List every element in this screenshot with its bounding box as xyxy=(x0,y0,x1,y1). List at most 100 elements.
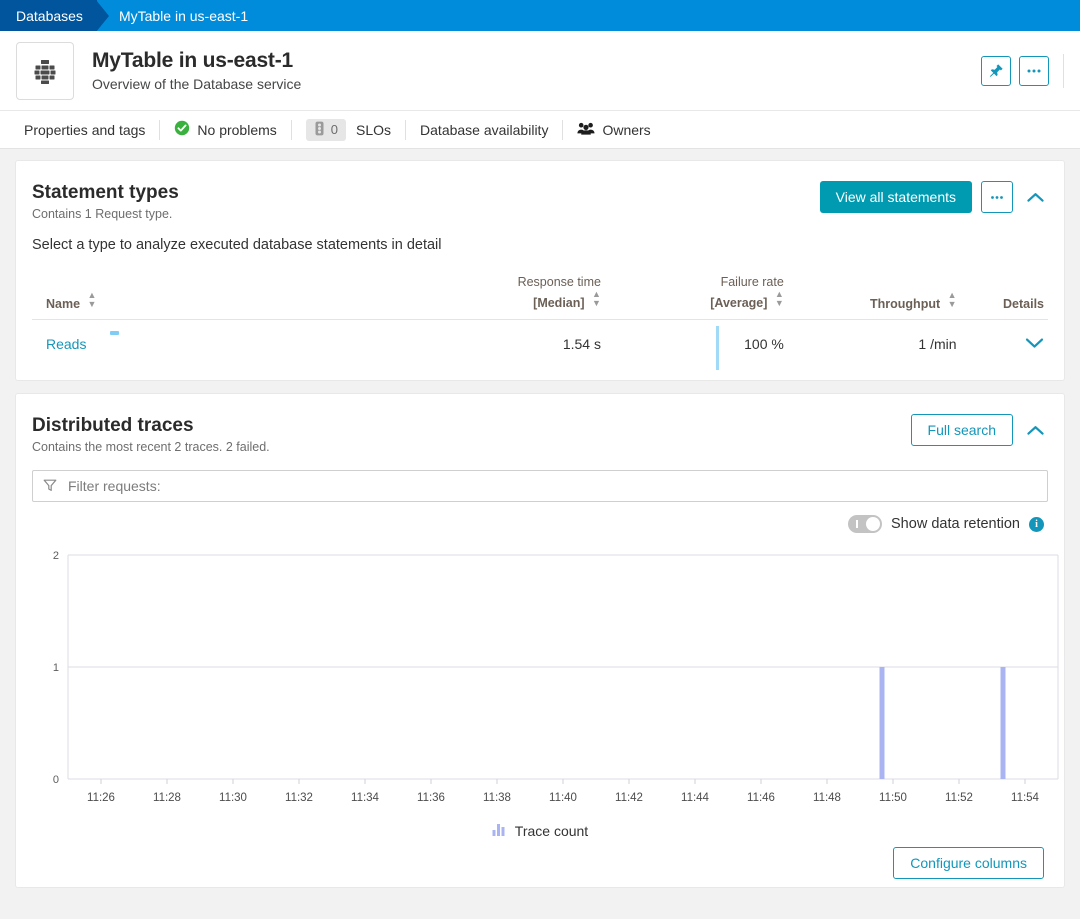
response-time-sparkline xyxy=(110,331,119,335)
row-expand-button[interactable] xyxy=(1025,336,1044,352)
show-data-retention-toggle[interactable] xyxy=(848,515,883,533)
x-axis-tick-label: 11:26 xyxy=(87,792,115,804)
y-axis-tick-label: 2 xyxy=(53,550,59,562)
column-header-response-time-line2: [Median] xyxy=(533,296,585,310)
x-axis-tick-label: 11:32 xyxy=(285,792,313,804)
x-axis-tick-label: 11:48 xyxy=(813,792,841,804)
distributed-traces-subtitle: Contains the most recent 2 traces. 2 fai… xyxy=(32,440,270,454)
view-all-statements-button[interactable]: View all statements xyxy=(819,181,972,213)
more-actions-button[interactable] xyxy=(1019,55,1049,86)
statement-types-more-button[interactable] xyxy=(981,181,1013,213)
sort-arrows-icon: ▲ ▼ xyxy=(947,290,957,309)
cell-response-time: 1.54 s xyxy=(562,336,601,352)
full-search-button[interactable]: Full search xyxy=(910,414,1013,446)
subnav-label: Properties and tags xyxy=(24,121,146,138)
x-axis-tick-label: 11:30 xyxy=(219,792,247,804)
column-header-name-label: Name xyxy=(46,297,81,311)
distributed-traces-actions: Full search xyxy=(910,414,1048,446)
pin-button[interactable] xyxy=(981,55,1011,86)
bar-chart-icon xyxy=(492,823,507,839)
toggle-knob xyxy=(866,517,881,531)
cell-details xyxy=(957,320,1048,371)
x-axis-tick-label: 11:36 xyxy=(417,792,445,804)
people-icon xyxy=(577,121,595,138)
subnav-label: SLOs xyxy=(356,121,392,138)
funnel-icon xyxy=(43,478,57,495)
show-data-retention-label: Show data retention xyxy=(891,516,1020,532)
show-data-retention-row: Show data retention i xyxy=(32,515,1048,533)
column-header-response-time-line1: Response time xyxy=(517,275,601,289)
breadcrumb-chevron-icon xyxy=(95,0,109,31)
statement-types-card: Statement types Contains 1 Request type.… xyxy=(16,161,1064,380)
x-axis-tick-label: 11:34 xyxy=(351,792,380,804)
y-axis-tick-label: 0 xyxy=(53,774,59,786)
chart-bar xyxy=(879,667,885,779)
breadcrumb-root[interactable]: Databases xyxy=(0,0,97,31)
sort-arrows-icon: ▲ ▼ xyxy=(87,290,97,309)
statement-types-header: Statement types Contains 1 Request type.… xyxy=(32,181,1048,221)
breadcrumb: Databases MyTable in us-east-1 xyxy=(0,0,1080,31)
x-axis-tick-label: 11:46 xyxy=(747,792,775,804)
column-header-throughput-label: Throughput xyxy=(870,297,941,311)
subnav-item-owners[interactable]: Owners xyxy=(563,111,664,149)
statement-types-actions: View all statements xyxy=(819,181,1048,213)
header-actions xyxy=(981,55,1049,86)
column-header-name[interactable]: Name ▲ ▼ xyxy=(32,275,378,320)
column-header-response-time[interactable]: Response time [Median] ▲ ▼ xyxy=(377,275,601,320)
statement-types-subtitle: Contains 1 Request type. xyxy=(32,207,173,221)
chart-legend-label: Trace count xyxy=(514,823,589,839)
filter-requests-field[interactable] xyxy=(32,470,1048,502)
sort-arrows-icon: ▲ ▼ xyxy=(774,289,784,308)
x-axis-tick-label: 11:44 xyxy=(681,792,710,804)
breadcrumb-current-label: MyTable in us-east-1 xyxy=(118,7,249,24)
column-header-throughput[interactable]: Throughput ▲ ▼ xyxy=(783,275,957,320)
configure-columns-button[interactable]: Configure columns xyxy=(893,847,1044,879)
column-header-failure-rate-line2: [Average] xyxy=(710,296,768,310)
throughput-sparkline xyxy=(715,326,719,370)
distributed-traces-titles: Distributed traces Contains the most rec… xyxy=(32,414,270,454)
subnav: Properties and tags No problems 0 SLOs D… xyxy=(0,111,1080,149)
statement-type-link-reads[interactable]: Reads xyxy=(46,336,86,352)
distributed-traces-footer: Configure columns xyxy=(32,839,1048,883)
page-subtitle: Overview of the Database service xyxy=(92,75,302,92)
check-circle-icon xyxy=(174,120,190,139)
x-axis-tick-label: 11:50 xyxy=(879,792,907,804)
filter-requests-input[interactable] xyxy=(66,477,1037,495)
table-row[interactable]: Reads 1.54 s 100 % 1 /min xyxy=(32,320,1048,371)
statement-types-collapse-button[interactable] xyxy=(1022,184,1048,210)
toggle-tick xyxy=(856,520,858,528)
table-header-row: Name ▲ ▼ Response time [Median] ▲ ▼ Failur… xyxy=(32,275,1048,320)
distributed-traces-card: Distributed traces Contains the most rec… xyxy=(16,394,1064,887)
subnav-label: Database availability xyxy=(420,121,549,138)
subnav-item-database-availability[interactable]: Database availability xyxy=(406,111,562,149)
header-divider xyxy=(1063,53,1064,88)
statement-types-title: Statement types xyxy=(32,182,179,203)
y-axis-tick-label: 1 xyxy=(53,662,59,674)
trace-count-chart-svg: 0 1 2 11:26 11:28 11:30 11:32 11:34 11:36 11:38 11… xyxy=(53,550,1059,804)
x-axis-tick-label: 11:54 xyxy=(1011,792,1040,804)
traffic-light-icon xyxy=(314,121,325,139)
subnav-item-properties-and-tags[interactable]: Properties and tags xyxy=(16,111,159,149)
slo-badge: 0 xyxy=(305,118,347,141)
x-axis-tick-label: 11:38 xyxy=(483,792,511,804)
page-title: MyTable in us-east-1 xyxy=(92,48,293,72)
subnav-label: No problems xyxy=(197,121,277,138)
subnav-label: Owners xyxy=(602,121,651,138)
database-grid-icon xyxy=(16,41,74,100)
statement-types-description: Select a type to analyze executed databa… xyxy=(32,237,442,253)
header-titles: MyTable in us-east-1 Overview of the Dat… xyxy=(92,48,301,94)
column-header-failure-rate[interactable]: Failure rate [Average] ▲ ▼ xyxy=(600,275,784,320)
column-header-details: Details xyxy=(956,275,1048,320)
distributed-traces-title: Distributed traces xyxy=(32,415,194,436)
breadcrumb-current[interactable]: MyTable in us-east-1 xyxy=(109,0,248,31)
info-icon[interactable]: i xyxy=(1029,516,1044,532)
x-axis-tick-label: 11:42 xyxy=(615,792,643,804)
subnav-item-slos[interactable]: 0 SLOs xyxy=(292,111,405,149)
cell-failure-rate: 100 % xyxy=(744,336,784,352)
distributed-traces-collapse-button[interactable] xyxy=(1022,417,1048,443)
sort-arrows-icon: ▲ ▼ xyxy=(592,289,601,308)
breadcrumb-root-label: Databases xyxy=(16,7,83,24)
x-axis-tick-label: 11:28 xyxy=(153,792,181,804)
subnav-item-no-problems[interactable]: No problems xyxy=(160,111,290,149)
trace-count-chart: 0 1 2 11:26 11:28 11:30 11:32 11:34 11:36 11:38 11… xyxy=(32,547,1059,817)
